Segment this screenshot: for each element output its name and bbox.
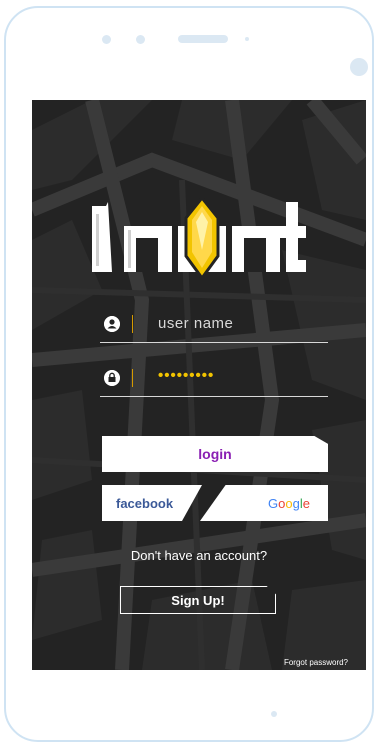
forgot-password-link[interactable]: Forgot password? <box>284 658 348 667</box>
loot-logo: loot <box>92 195 306 281</box>
password-field[interactable]: ••••••••• <box>100 364 328 397</box>
login-button[interactable]: login <box>102 436 328 472</box>
field-divider <box>132 315 133 333</box>
google-label: Google <box>268 495 310 511</box>
sensor-dot <box>102 35 111 44</box>
password-value: ••••••••• <box>158 367 215 384</box>
lock-icon <box>104 370 120 386</box>
login-button-label: login <box>198 446 232 462</box>
facebook-label: facebook <box>116 495 174 511</box>
username-field[interactable]: user name <box>100 310 328 343</box>
username-placeholder: user name <box>158 315 234 332</box>
sensor-dot <box>136 35 145 44</box>
camera <box>350 58 368 76</box>
signup-button-label: Sign Up! <box>171 592 225 608</box>
user-icon <box>104 316 120 332</box>
home-indicator <box>271 711 277 717</box>
speaker <box>178 35 228 43</box>
signup-button[interactable]: Sign Up! <box>120 586 276 614</box>
no-account-text: Don't have an account? <box>130 548 268 563</box>
sensor-dot <box>245 37 249 41</box>
field-divider <box>132 369 133 387</box>
login-screen: loot user name <box>32 100 366 670</box>
